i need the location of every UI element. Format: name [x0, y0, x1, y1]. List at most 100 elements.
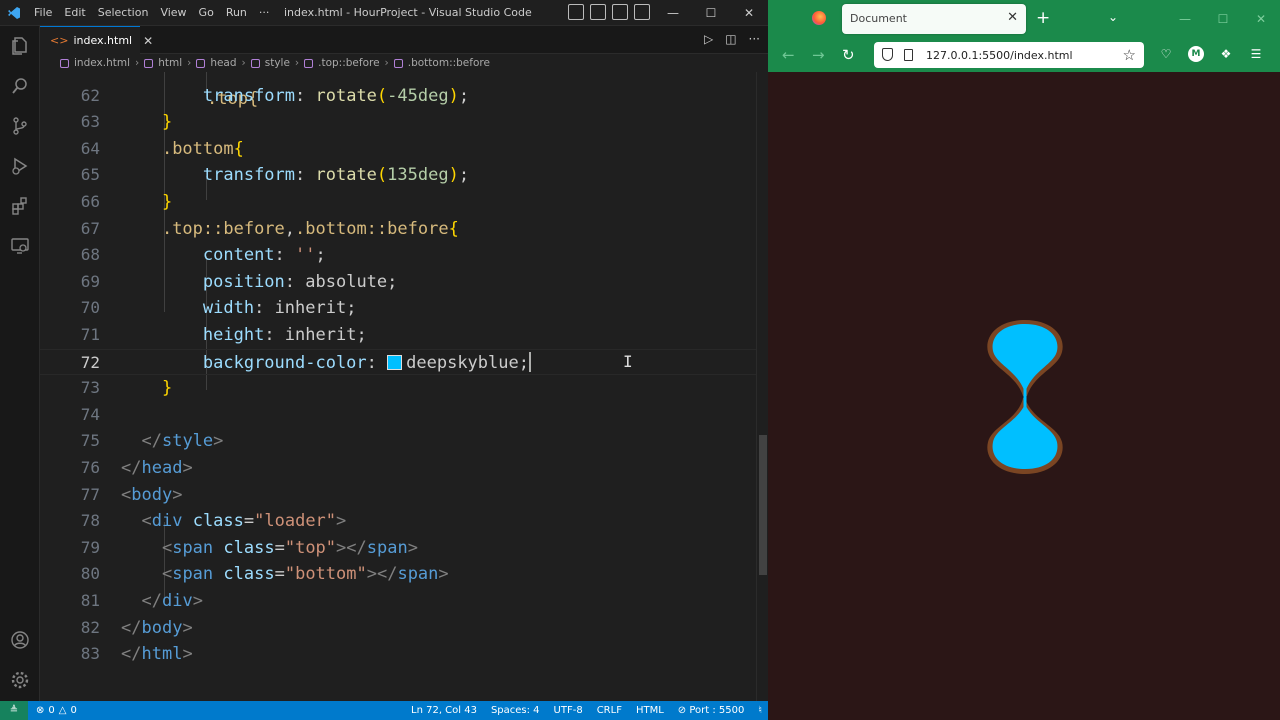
html-file-icon: <>	[50, 34, 69, 47]
code-line: 74	[40, 402, 756, 429]
close-icon[interactable]: ✕	[730, 0, 768, 26]
search-icon[interactable]	[8, 74, 32, 98]
tab-close-icon[interactable]: ✕	[143, 34, 153, 48]
code-token: 135deg	[387, 165, 449, 186]
pocket-icon[interactable]: ♡	[1158, 46, 1174, 62]
menu-item[interactable]: Run	[220, 0, 253, 26]
menu-item[interactable]: Selection	[92, 0, 155, 26]
code-token: }	[161, 378, 173, 399]
notifications-bell-icon[interactable]: ♮	[758, 701, 762, 720]
firefox-logo-icon	[812, 11, 826, 25]
minimize-icon[interactable]: —	[654, 0, 692, 26]
extensions-icon[interactable]	[8, 194, 32, 218]
port-label: Port : 5500	[689, 705, 745, 716]
maximize-icon[interactable]: ☐	[1204, 0, 1242, 38]
breadcrumb-item[interactable]: .bottom::before	[408, 57, 490, 69]
code-token: inherit	[274, 298, 347, 319]
url-text[interactable]: 127.0.0.1:5500/index.html	[926, 49, 1073, 62]
code-token: =	[274, 537, 285, 558]
toggle-sidebar-icon[interactable]	[568, 4, 584, 20]
tab-list-chevron-icon[interactable]: ⌄	[1108, 10, 1118, 24]
breadcrumb-item[interactable]: html	[158, 57, 182, 69]
code-token: >	[172, 484, 183, 505]
code-token: )	[448, 85, 459, 106]
extensions-puzzle-icon[interactable]: ❖	[1218, 46, 1234, 62]
tab-index-html[interactable]: <> index.html ✕	[40, 26, 153, 54]
explorer-icon[interactable]	[8, 34, 32, 58]
code-text: position: absolute;	[121, 269, 398, 296]
code-token: }	[161, 112, 173, 133]
menu-item[interactable]: Edit	[58, 0, 91, 26]
text-caret	[528, 351, 531, 372]
bookmark-star-icon[interactable]: ☆	[1123, 46, 1136, 64]
menu-item[interactable]: View	[154, 0, 192, 26]
run-icon[interactable]: ▷	[704, 32, 713, 46]
profile-avatar[interactable]: M	[1188, 46, 1204, 62]
browser-tab[interactable]: Document ✕	[842, 4, 1026, 34]
back-arrow-icon[interactable]: ←	[782, 46, 795, 64]
tab-close-icon[interactable]: ✕	[1007, 10, 1018, 25]
code-line: 63 }	[40, 109, 756, 136]
breadcrumb-item[interactable]: .top::before	[318, 57, 379, 69]
problems-indicator[interactable]: ⊗ 0 △ 0	[36, 705, 77, 716]
code-line: 69 position: absolute;	[40, 269, 756, 296]
code-token: >	[336, 511, 347, 532]
breadcrumb-item[interactable]: index.html	[74, 57, 130, 69]
breadcrumb-item[interactable]: style	[265, 57, 290, 69]
toggle-panel-icon[interactable]	[590, 4, 606, 20]
reload-icon[interactable]: ↻	[842, 46, 855, 64]
tracking-shield-icon[interactable]	[882, 48, 893, 61]
maximize-icon[interactable]: ☐	[692, 0, 730, 26]
code-editor[interactable]: .top{ I 62 transform: rotate(-45deg); 63 …	[40, 72, 756, 701]
cursor-position[interactable]: Ln 72, Col 43	[411, 701, 477, 720]
customize-layout-icon[interactable]	[634, 4, 650, 20]
layout-controls	[568, 4, 650, 20]
browser-window-controls: — ☐ ✕	[1166, 0, 1280, 38]
menu-item[interactable]: File	[28, 0, 58, 26]
code-token: width	[202, 298, 255, 319]
more-actions-icon[interactable]: ···	[749, 32, 760, 46]
forward-arrow-icon[interactable]: →	[812, 46, 825, 64]
code-line: 71 height: inherit;	[40, 322, 756, 349]
run-debug-icon[interactable]	[8, 154, 32, 178]
color-swatch-icon[interactable]	[387, 354, 403, 370]
code-token: -45deg	[387, 85, 449, 106]
code-token: inherit	[284, 325, 357, 345]
code-token: >	[182, 617, 193, 638]
url-bar[interactable]: 127.0.0.1:5500/index.html ☆	[874, 42, 1144, 68]
code-token: )	[448, 165, 459, 186]
indentation[interactable]: Spaces: 4	[491, 701, 540, 720]
line-endings[interactable]: CRLF	[597, 701, 622, 720]
line-number: 77	[80, 484, 100, 504]
remote-indicator-icon[interactable]: ≜	[0, 701, 28, 720]
tab-title: Document	[850, 12, 907, 25]
accounts-icon[interactable]	[8, 628, 32, 652]
split-editor-icon[interactable]: ◫	[725, 32, 736, 46]
line-number: 81	[80, 591, 100, 610]
code-text: .bottom{	[121, 136, 244, 163]
language-mode[interactable]: HTML	[636, 701, 664, 720]
breadcrumb-item[interactable]: head	[210, 57, 236, 69]
scroll-thumb[interactable]	[759, 435, 767, 575]
toggle-secondary-sidebar-icon[interactable]	[612, 4, 628, 20]
code-token: background-color	[202, 352, 367, 373]
menu-item[interactable]: ···	[253, 0, 276, 26]
page-info-icon[interactable]	[904, 49, 913, 61]
encoding[interactable]: UTF-8	[554, 701, 583, 720]
hamburger-menu-icon[interactable]: ☰	[1248, 46, 1264, 62]
live-server-port[interactable]: ⊘ Port : 5500	[678, 701, 745, 720]
menu-item[interactable]: Go	[193, 0, 220, 26]
source-control-icon[interactable]	[8, 114, 32, 138]
settings-gear-icon[interactable]	[8, 668, 32, 692]
minimize-icon[interactable]: —	[1166, 0, 1204, 38]
code-token: "bottom"	[284, 564, 367, 585]
editor-scrollbar[interactable]	[756, 72, 768, 701]
remote-explorer-icon[interactable]	[8, 234, 32, 258]
new-tab-icon[interactable]: +	[1036, 8, 1050, 28]
close-icon[interactable]: ✕	[1242, 0, 1280, 38]
code-line: 80 <span class="bottom"></span>	[40, 561, 756, 588]
